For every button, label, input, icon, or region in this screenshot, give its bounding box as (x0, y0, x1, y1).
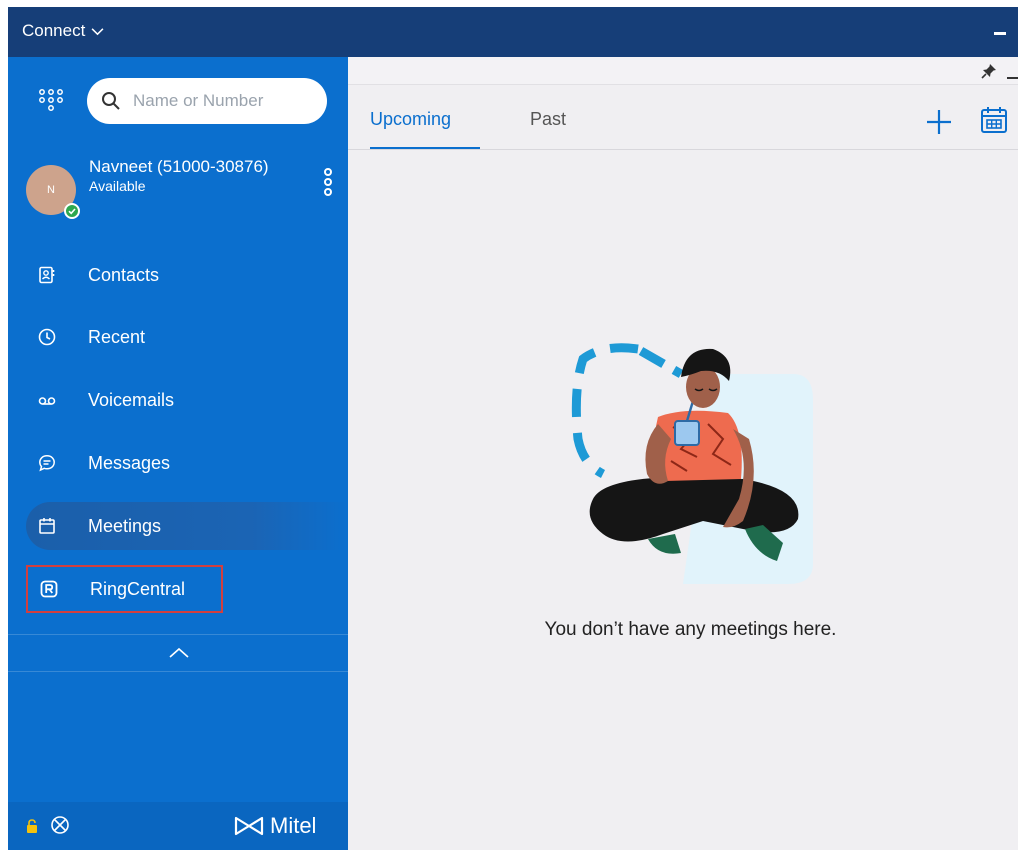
more-options-icon[interactable] (321, 167, 335, 201)
user-profile[interactable]: N Navneet (51000-30876) Available (26, 157, 341, 219)
profile-name: Navneet (51000-30876) (89, 157, 269, 176)
contacts-icon (36, 264, 58, 286)
tabs-divider (348, 149, 1018, 150)
nav-label-voicemails: Voicemails (88, 389, 175, 410)
brand-name: Mitel (270, 813, 317, 838)
presence-available-icon (64, 203, 80, 219)
search-icon (102, 92, 120, 110)
nav-item-voicemails[interactable]: Voicemails (26, 376, 348, 424)
empty-state-illustration (571, 343, 813, 584)
minimize-panel-button[interactable] (1007, 77, 1018, 79)
app-menu-dropdown[interactable]: Connect (22, 21, 104, 41)
recent-icon (36, 326, 58, 348)
nav-item-contacts[interactable]: Contacts (26, 251, 348, 299)
tab-upcoming[interactable]: Upcoming (370, 109, 480, 150)
mitel-logo: Mitel (234, 813, 316, 839)
tab-past-label: Past (530, 109, 567, 129)
ringcentral-icon (38, 578, 60, 600)
dialpad-icon[interactable] (36, 87, 66, 117)
window-controls-strip (348, 57, 1018, 85)
chevron-up-icon[interactable] (168, 644, 190, 662)
do-not-disturb-icon[interactable] (50, 815, 70, 835)
tab-past[interactable]: Past (530, 109, 566, 149)
app-menu-label: Connect (22, 21, 86, 40)
sidebar-footer: Mitel (8, 802, 348, 850)
voicemail-icon (36, 389, 58, 411)
plus-icon (927, 110, 951, 134)
search-box[interactable] (87, 78, 327, 124)
nav-item-messages[interactable]: Messages (26, 439, 348, 487)
divider (8, 634, 348, 635)
add-meeting-button[interactable] (926, 109, 952, 135)
minimize-button[interactable] (990, 19, 1010, 43)
nav-label-messages: Messages (88, 452, 171, 473)
nav-label-meetings: Meetings (88, 515, 162, 536)
nav-item-recent[interactable]: Recent (26, 313, 348, 361)
lock-icon[interactable] (26, 819, 38, 833)
calendar-icon (981, 107, 1007, 133)
sidebar: N Navneet (51000-30876) Available Contac… (8, 57, 348, 850)
nav-label-ringcentral: RingCentral (90, 578, 186, 599)
divider (8, 671, 348, 672)
nav-item-meetings[interactable]: Meetings (26, 502, 348, 550)
title-bar: Connect (8, 7, 1018, 57)
pin-icon[interactable] (980, 62, 998, 80)
search-input[interactable] (133, 91, 313, 111)
chevron-down-icon (91, 27, 104, 35)
meetings-icon (36, 515, 58, 537)
nav-label-contacts: Contacts (88, 264, 160, 285)
nav-item-ringcentral[interactable]: RingCentral (26, 565, 223, 613)
messages-icon (36, 452, 58, 474)
calendar-button[interactable] (979, 105, 1009, 135)
mitel-logo-icon (234, 816, 264, 836)
profile-status[interactable]: Available (89, 178, 146, 194)
main-panel: Upcoming Past You don’t have any meeting… (348, 57, 1018, 850)
empty-state-message: You don’t have any meetings here. (544, 619, 837, 640)
avatar-initial: N (47, 184, 55, 196)
nav-label-recent: Recent (88, 326, 146, 347)
tab-upcoming-label: Upcoming (370, 109, 452, 129)
app-window: Connect N Navneet (51000-30876) (8, 7, 1018, 850)
